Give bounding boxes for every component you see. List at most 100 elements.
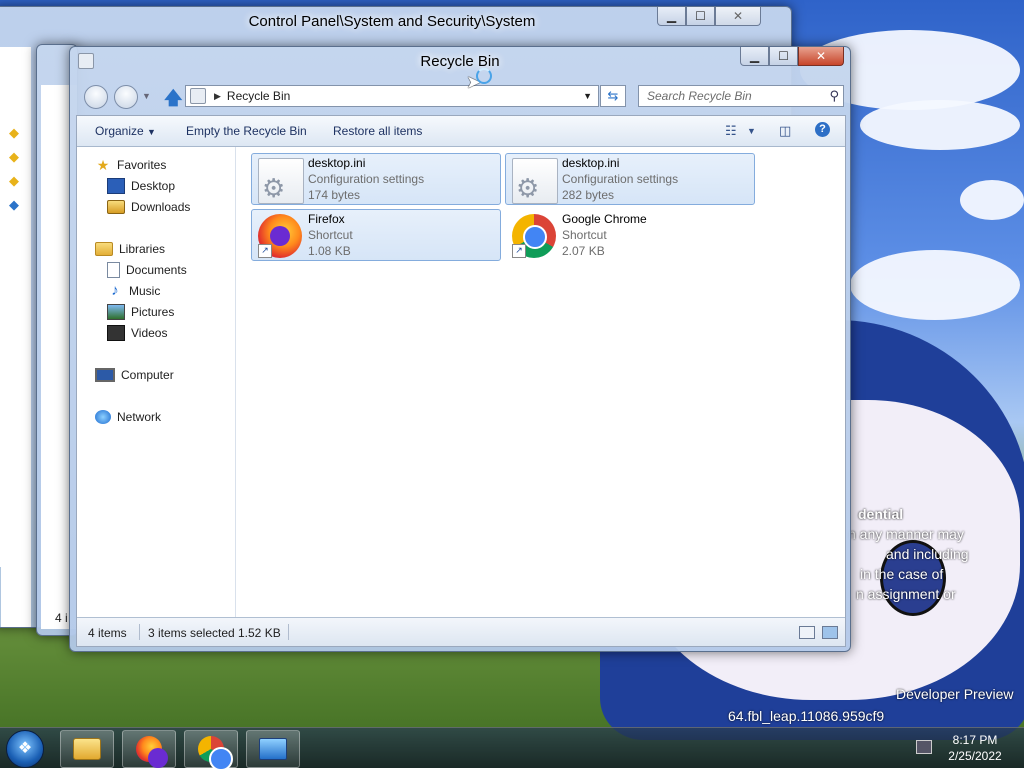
file-size: 1.08 KB: [308, 244, 351, 258]
nav-network[interactable]: Network: [95, 408, 161, 426]
address-bar[interactable]: ▶ Recycle Bin ▼: [185, 85, 599, 107]
file-item[interactable]: ↗ Google Chrome Shortcut 2.07 KB: [505, 209, 755, 261]
libraries-icon: [95, 242, 113, 256]
shield-icon: ◆: [9, 197, 19, 212]
shield-icon: ◆: [9, 173, 19, 188]
maximize-button[interactable]: ☐: [769, 47, 798, 66]
file-item[interactable]: desktop.ini Configuration settings 282 b…: [505, 153, 755, 205]
details-view-icon[interactable]: [799, 626, 815, 639]
shield-icon: ◆: [9, 125, 19, 140]
file-item[interactable]: ↗ Firefox Shortcut 1.08 KB: [251, 209, 501, 261]
taskbar-chrome-button[interactable]: [184, 730, 238, 771]
recycle-bin-icon: [190, 88, 206, 104]
minimize-button[interactable]: ▁: [740, 47, 769, 66]
breadcrumb-recycle-bin[interactable]: Recycle Bin: [227, 89, 290, 103]
minimize-button[interactable]: ▁: [657, 7, 686, 26]
maximize-button[interactable]: ☐: [686, 7, 715, 26]
network-icon: [95, 410, 111, 424]
file-size: 282 bytes: [562, 188, 615, 202]
nav-desktop[interactable]: Desktop: [107, 177, 175, 195]
taskbar-firefox-button[interactable]: [122, 730, 176, 768]
breadcrumb-chevron-icon[interactable]: ▶: [214, 91, 221, 102]
start-button[interactable]: ❖: [6, 730, 44, 768]
taskbar: ❖ 8:17 PM 2/25/2022: [0, 727, 1024, 771]
address-dropdown-icon[interactable]: ▼: [583, 91, 592, 101]
status-bar: 4 items 3 items selected 1.52 KB: [77, 617, 845, 646]
forward-button[interactable]: [114, 85, 138, 109]
chrome-icon: [198, 736, 233, 771]
nav-label: Documents: [126, 263, 187, 277]
nav-documents[interactable]: Documents: [107, 261, 187, 279]
clock-date: 2/25/2022: [948, 749, 1002, 763]
back-button[interactable]: [84, 85, 108, 109]
nav-label: Libraries: [119, 242, 166, 256]
file-type: Configuration settings: [562, 172, 679, 186]
taskbar-remote-desktop-button[interactable]: [246, 730, 300, 768]
desktop-icon: [107, 178, 125, 194]
settings-file-icon: [258, 158, 304, 204]
window-title: Recycle Bin: [420, 53, 500, 70]
nav-label: Desktop: [131, 179, 176, 193]
change-view-icon[interactable]: ☷: [725, 123, 737, 139]
clock-time: 8:17 PM: [952, 733, 998, 747]
file-list: desktop.ini Configuration settings 174 b…: [236, 147, 845, 617]
clock[interactable]: 8:17 PM 2/25/2022: [940, 732, 1010, 764]
large-icons-view-icon[interactable]: [822, 626, 838, 639]
nav-videos[interactable]: Videos: [107, 324, 167, 342]
file-name: Google Chrome: [562, 212, 647, 226]
nav-label: Videos: [131, 326, 168, 340]
nav-label: Favorites: [117, 158, 167, 172]
file-type: Shortcut: [562, 228, 607, 242]
file-item[interactable]: desktop.ini Configuration settings 174 b…: [251, 153, 501, 205]
search-icon[interactable]: ⚲: [829, 88, 839, 104]
view-dropdown-icon[interactable]: ▼: [747, 126, 756, 136]
watermark-text: n any manner may: [848, 526, 964, 542]
nav-favorites[interactable]: ★ Favorites: [95, 156, 167, 174]
cloud: [860, 100, 1020, 150]
nav-libraries[interactable]: Libraries: [95, 240, 165, 258]
help-icon[interactable]: ?: [815, 122, 830, 137]
close-button[interactable]: ✕: [715, 7, 761, 26]
selection-count: 3 items selected: [148, 626, 235, 640]
firefox-icon: [136, 736, 168, 768]
shortcut-arrow-icon: ↗: [512, 244, 526, 258]
network-tray-icon[interactable]: [916, 740, 932, 754]
navigation-bar: ▼ 🡅 ▶ Recycle Bin ▼ ⇆ ⚲: [70, 81, 850, 111]
refresh-button[interactable]: ⇆: [600, 85, 626, 107]
chevron-down-icon: ▼: [147, 127, 156, 137]
nav-computer[interactable]: Computer: [95, 366, 174, 384]
restore-all-items-button[interactable]: Restore all items: [333, 124, 422, 138]
shield-icon: ◆: [9, 149, 19, 164]
recycle-bin-window[interactable]: Recycle Bin ▁ ☐ ✕ ▼ 🡅 ▶ Recycle Bin ▼ ⇆ …: [69, 46, 851, 652]
nav-label: Network: [117, 410, 162, 424]
caption-buttons: ▁ ☐ ✕: [740, 47, 844, 66]
preview-pane-icon[interactable]: ◫: [779, 123, 791, 139]
taskbar-explorer-button[interactable]: [60, 730, 114, 768]
star-icon: ★: [96, 157, 110, 173]
organize-label: Organize: [95, 124, 144, 138]
empty-recycle-bin-button[interactable]: Empty the Recycle Bin: [186, 124, 307, 138]
music-icon: ♪: [111, 282, 119, 299]
downloads-folder-icon: [107, 200, 125, 214]
status-divider: [288, 624, 289, 640]
folder-icon: [73, 738, 101, 760]
nav-pictures[interactable]: Pictures: [107, 303, 174, 321]
search-box[interactable]: ⚲: [638, 85, 844, 107]
file-type: Configuration settings: [308, 172, 425, 186]
file-size: 2.07 KB: [562, 244, 605, 258]
close-button[interactable]: ✕: [798, 47, 844, 66]
search-input[interactable]: [645, 88, 821, 104]
pictures-icon: [107, 304, 125, 320]
shortcut-arrow-icon: ↗: [258, 244, 272, 258]
item-count: 4 items: [88, 626, 127, 640]
settings-file-icon: [512, 158, 558, 204]
nav-music[interactable]: ♪ Music: [107, 282, 160, 300]
recent-pages-dropdown-icon[interactable]: ▼: [142, 91, 151, 101]
up-arrow-icon[interactable]: 🡅: [164, 86, 183, 116]
navigation-pane: ★ Favorites Desktop Downloads Libraries …: [77, 147, 236, 617]
file-name: Firefox: [308, 212, 345, 226]
status-divider: [139, 624, 140, 640]
organize-button[interactable]: Organize ▼: [95, 124, 156, 138]
cloud: [850, 250, 1020, 320]
nav-downloads[interactable]: Downloads: [107, 198, 190, 216]
